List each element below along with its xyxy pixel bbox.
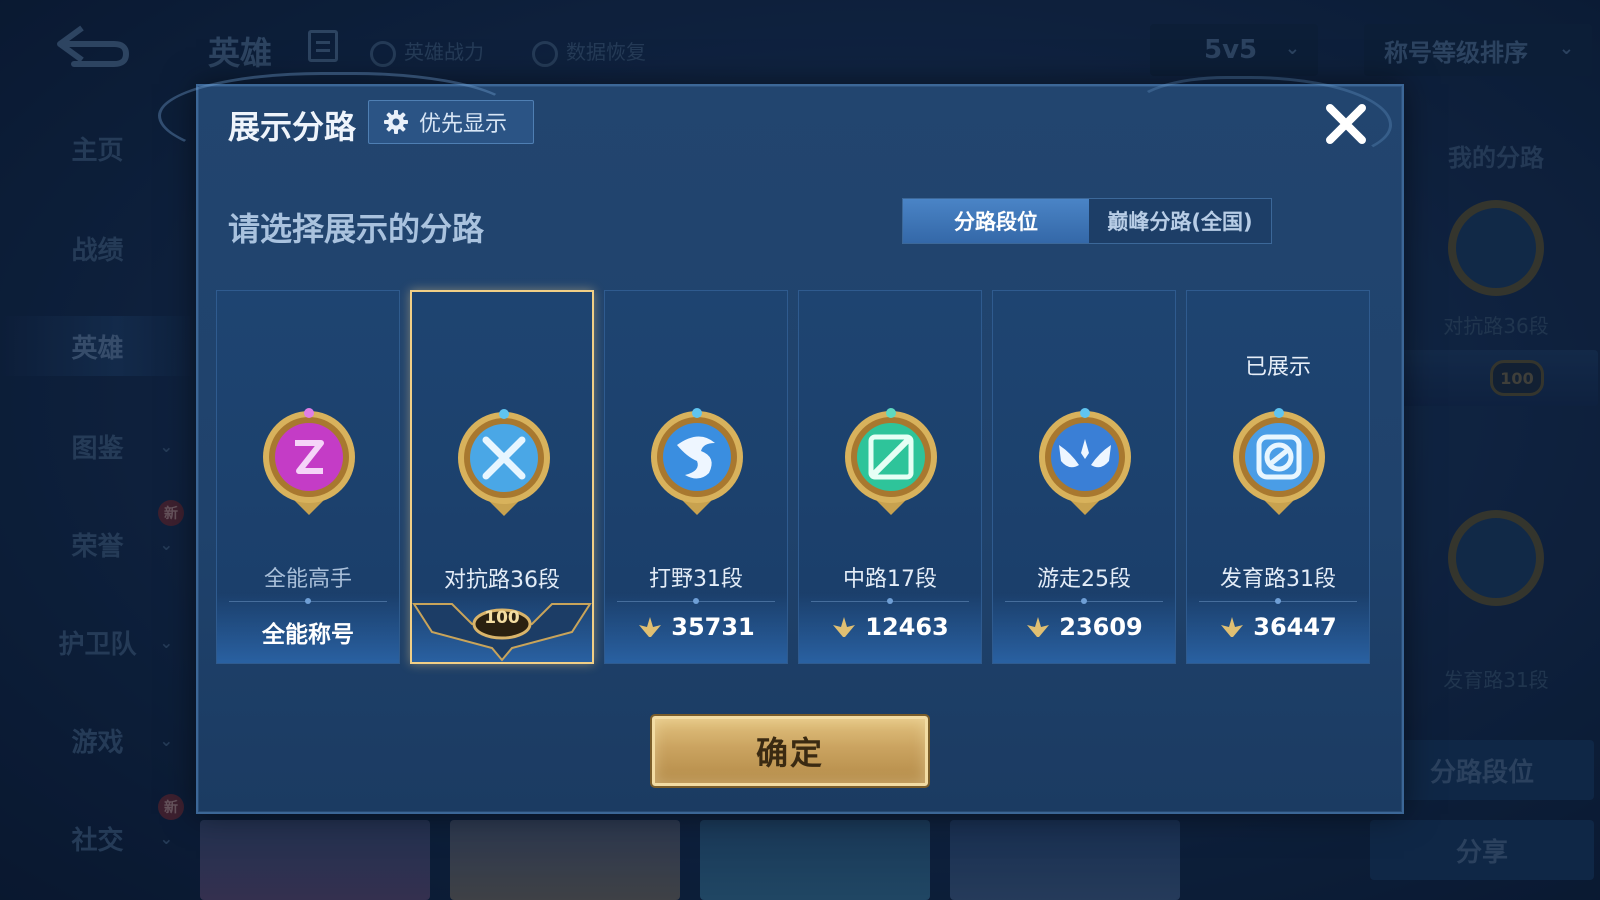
dialog-title: 展示分路 <box>228 108 357 146</box>
peak-score-icon <box>1027 617 1050 637</box>
lane-name: 打野31段 <box>649 567 743 592</box>
lane-card-mid[interactable]: 中路17段 12463 <box>798 290 982 664</box>
peak-score: 35731 <box>671 613 755 641</box>
peak-score-icon <box>833 617 856 637</box>
farm-lane-emblem-icon <box>1233 408 1325 515</box>
divider <box>229 598 387 604</box>
divider <box>1199 598 1357 604</box>
lane-card-all-round[interactable]: 全能高手 全能称号 <box>216 290 400 664</box>
lane-name: 对抗路36段 <box>444 568 560 593</box>
divider <box>1005 598 1163 604</box>
roam-emblem-icon <box>1039 408 1131 515</box>
lane-tab-switch: 分路段位 巅峰分路(全国) <box>902 198 1272 244</box>
tab-peak-lane[interactable]: 巅峰分路(全国) <box>1089 199 1271 243</box>
display-lane-dialog: 展示分路 优先显示 请选择展示的分路 分路段位 巅峰分路(全国) 全能高手 全能… <box>158 72 1404 814</box>
lane-name: 游走25段 <box>1037 567 1131 592</box>
divider <box>811 598 969 604</box>
tab-lane-rank[interactable]: 分路段位 <box>903 199 1089 243</box>
divider <box>617 598 775 604</box>
all-round-title-label: 全能称号 <box>262 622 354 648</box>
mid-lane-emblem-icon <box>845 408 937 515</box>
lane-cards: 全能高手 全能称号 对抗路36段 100 打野31段 35731 中路17段 1… <box>216 290 1392 668</box>
lane-name: 全能高手 <box>263 567 352 592</box>
lane-card-roam[interactable]: 游走25段 23609 <box>992 290 1176 664</box>
gear-icon <box>384 110 408 134</box>
peak-score: 36447 <box>1253 613 1337 641</box>
lane-card-farm[interactable]: 已展示 发育路31段 36447 <box>1186 290 1370 664</box>
peak-score: 23609 <box>1059 613 1143 641</box>
lane-name: 中路17段 <box>843 567 937 592</box>
lane-card-jungle[interactable]: 打野31段 35731 <box>604 290 788 664</box>
priority-display-button[interactable]: 优先显示 <box>368 100 534 144</box>
close-icon[interactable] <box>1322 100 1370 148</box>
confirm-button[interactable]: 确定 <box>652 716 928 786</box>
rank-badge: 100 <box>484 608 520 628</box>
lane-name: 发育路31段 <box>1220 567 1336 592</box>
displayed-label: 已展示 <box>1244 355 1311 380</box>
priority-display-label: 优先显示 <box>419 112 508 137</box>
lane-card-clash[interactable]: 对抗路36段 100 <box>410 290 594 664</box>
all-round-emblem-icon <box>263 408 355 515</box>
jungle-emblem-icon <box>651 408 743 515</box>
clash-lane-emblem-icon <box>458 409 550 516</box>
peak-score: 12463 <box>865 613 949 641</box>
dialog-subtitle: 请选择展示的分路 <box>228 210 485 248</box>
peak-score-icon <box>1221 617 1244 637</box>
peak-score-icon <box>639 617 662 637</box>
